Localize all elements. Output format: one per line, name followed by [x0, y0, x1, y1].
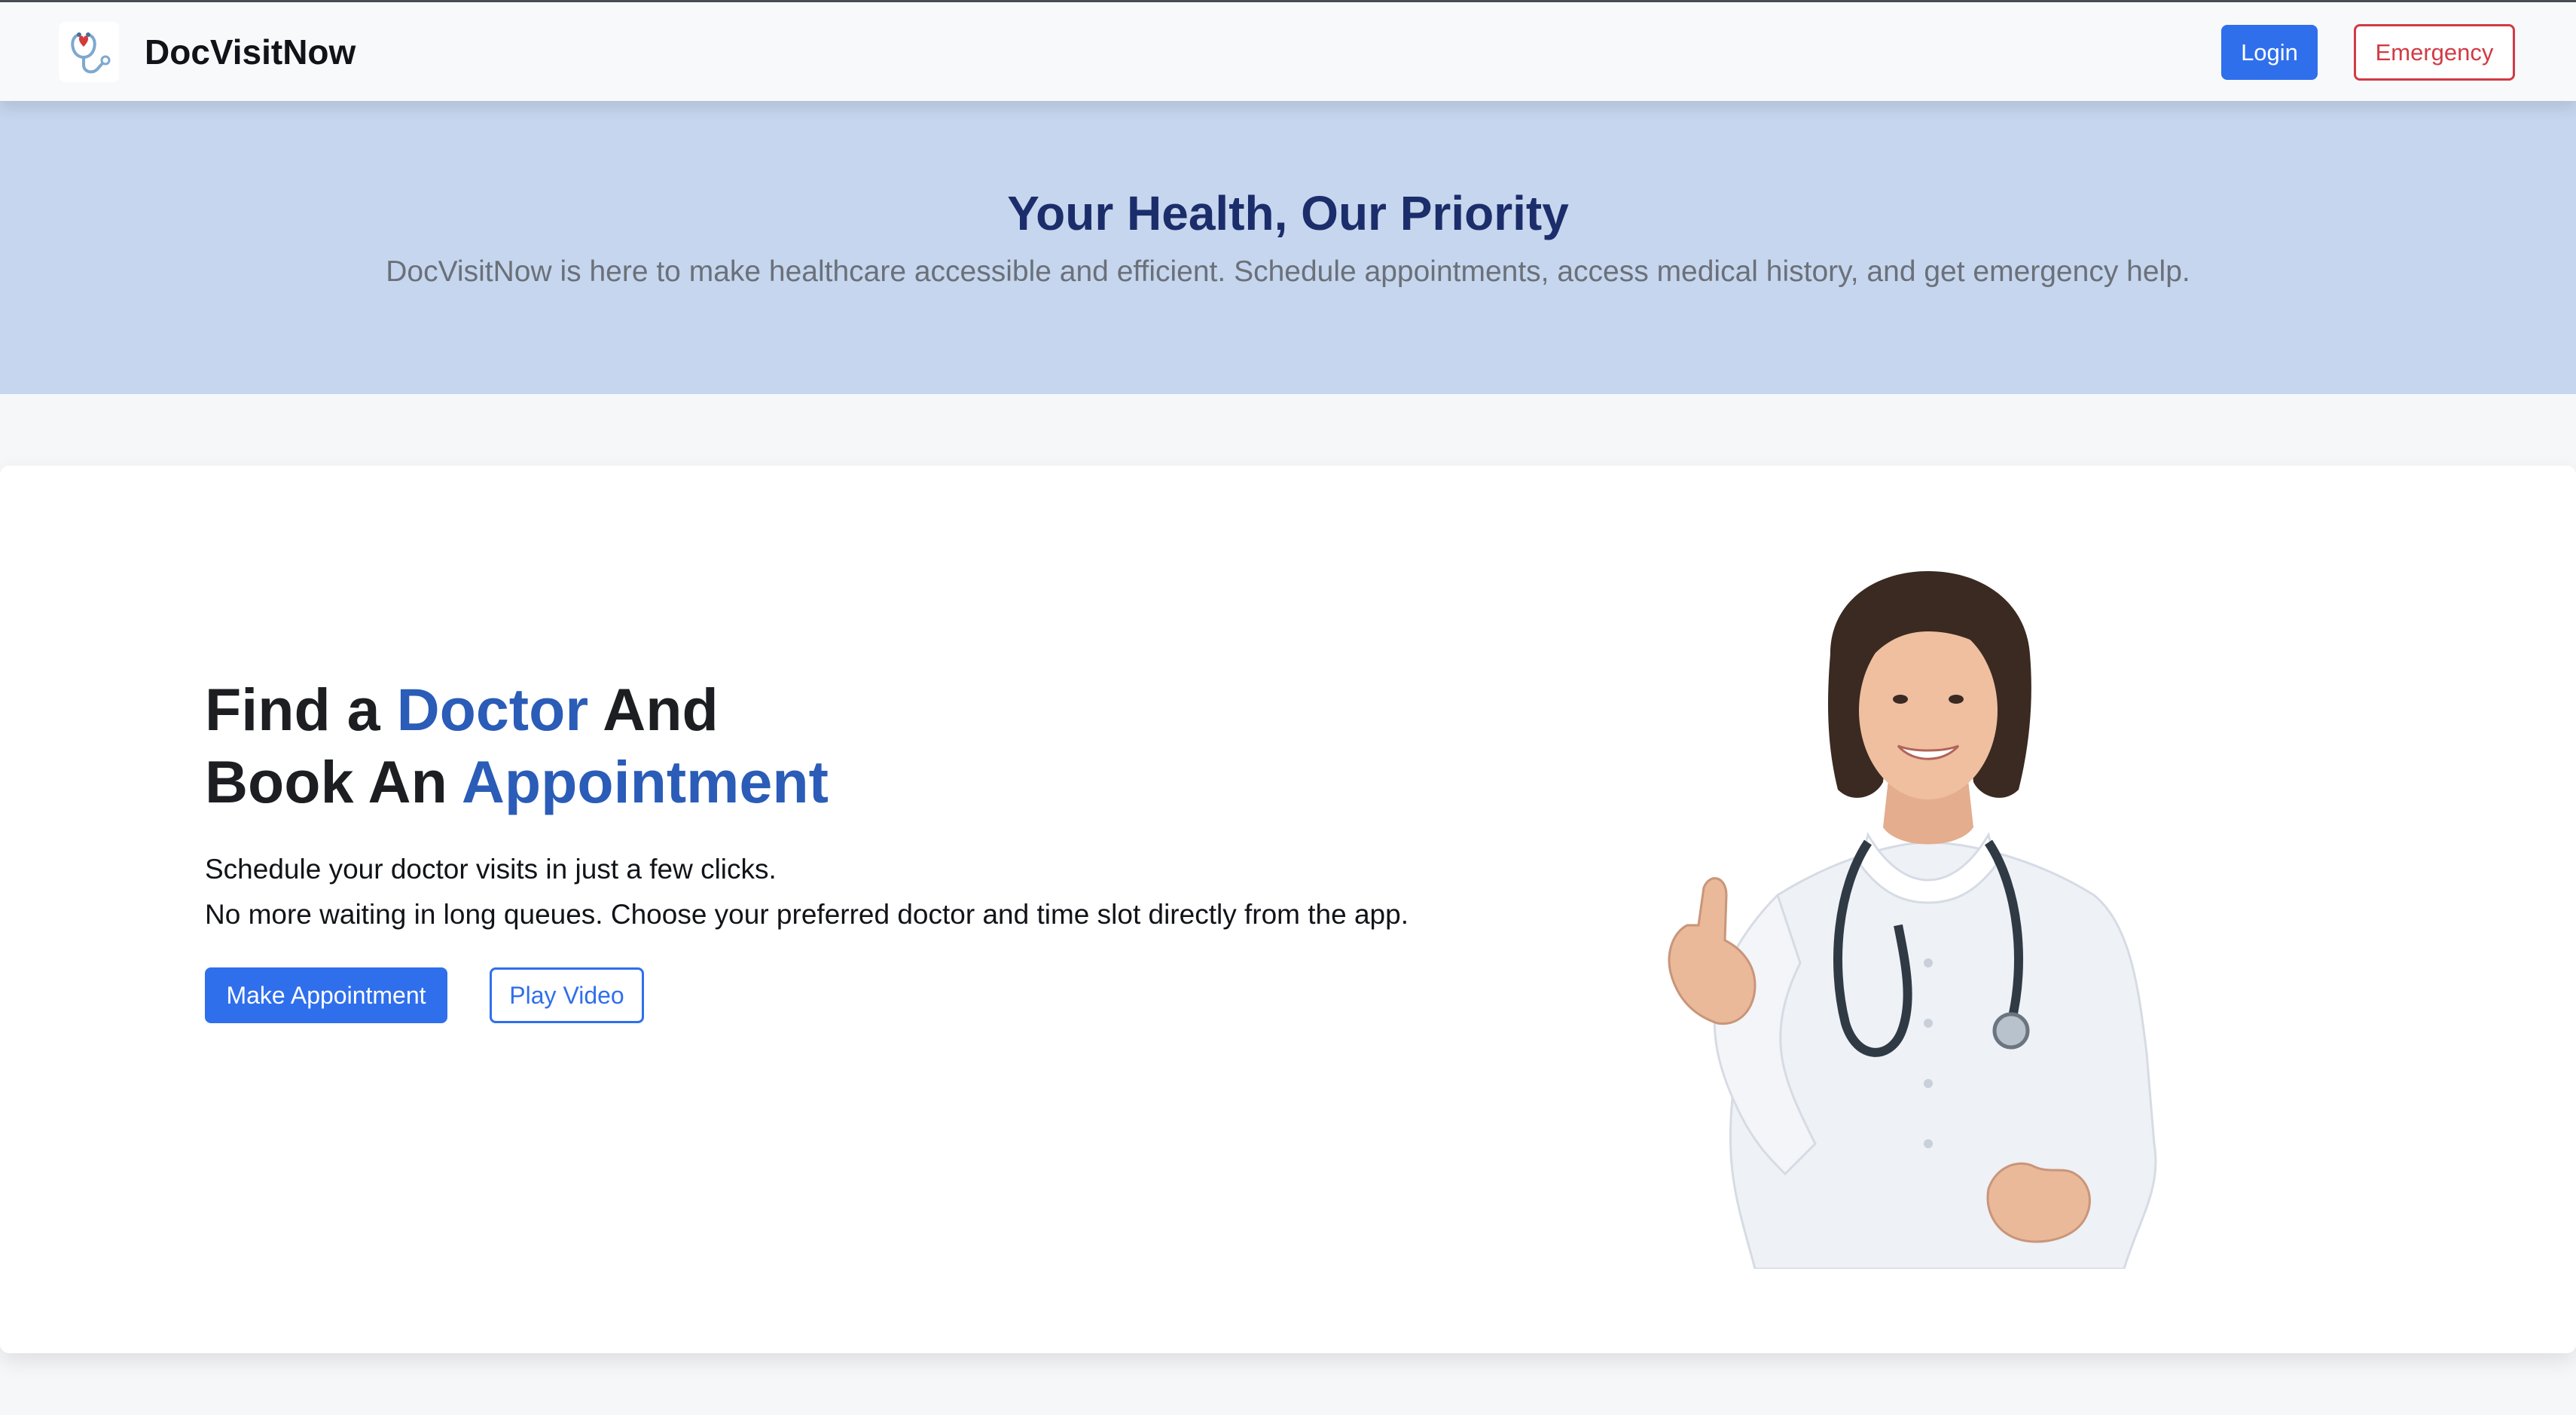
hero-subtitle: DocVisitNow is here to make healthcare a… — [386, 255, 2190, 288]
headline-text-2: And — [588, 676, 719, 743]
brand[interactable]: DocVisitNow — [59, 20, 356, 84]
headline-text-3: Book An — [205, 748, 462, 815]
make-appointment-button[interactable]: Make Appointment — [205, 967, 447, 1023]
play-video-button[interactable]: Play Video — [490, 967, 644, 1023]
description-line-2: No more waiting in long queues. Choose y… — [205, 899, 1409, 930]
login-button[interactable]: Login — [2221, 25, 2318, 80]
navbar: DocVisitNow Login Emergency — [0, 2, 2576, 101]
hero-title: Your Health, Our Priority — [1007, 186, 1569, 240]
feature-description: Schedule your doctor visits in just a fe… — [205, 847, 1576, 937]
feature-content: Find a Doctor And Book An Appointment Sc… — [205, 674, 1576, 1023]
feature-actions: Make Appointment Play Video — [205, 967, 1576, 1023]
feature-headline: Find a Doctor And Book An Appointment — [205, 674, 1576, 818]
hero-banner: Your Health, Our Priority DocVisitNow is… — [0, 101, 2576, 394]
headline-highlight-appointment: Appointment — [461, 748, 829, 815]
description-line-1: Schedule your doctor visits in just a fe… — [205, 854, 777, 885]
feature-card: Find a Doctor And Book An Appointment Sc… — [0, 466, 2576, 1353]
stethoscope-heart-icon — [59, 22, 119, 82]
headline-text-1: Find a — [205, 676, 397, 743]
doctor-image — [1642, 571, 2214, 1269]
emergency-button[interactable]: Emergency — [2354, 24, 2515, 81]
headline-highlight-doctor: Doctor — [396, 676, 589, 743]
brand-name: DocVisitNow — [145, 32, 356, 72]
